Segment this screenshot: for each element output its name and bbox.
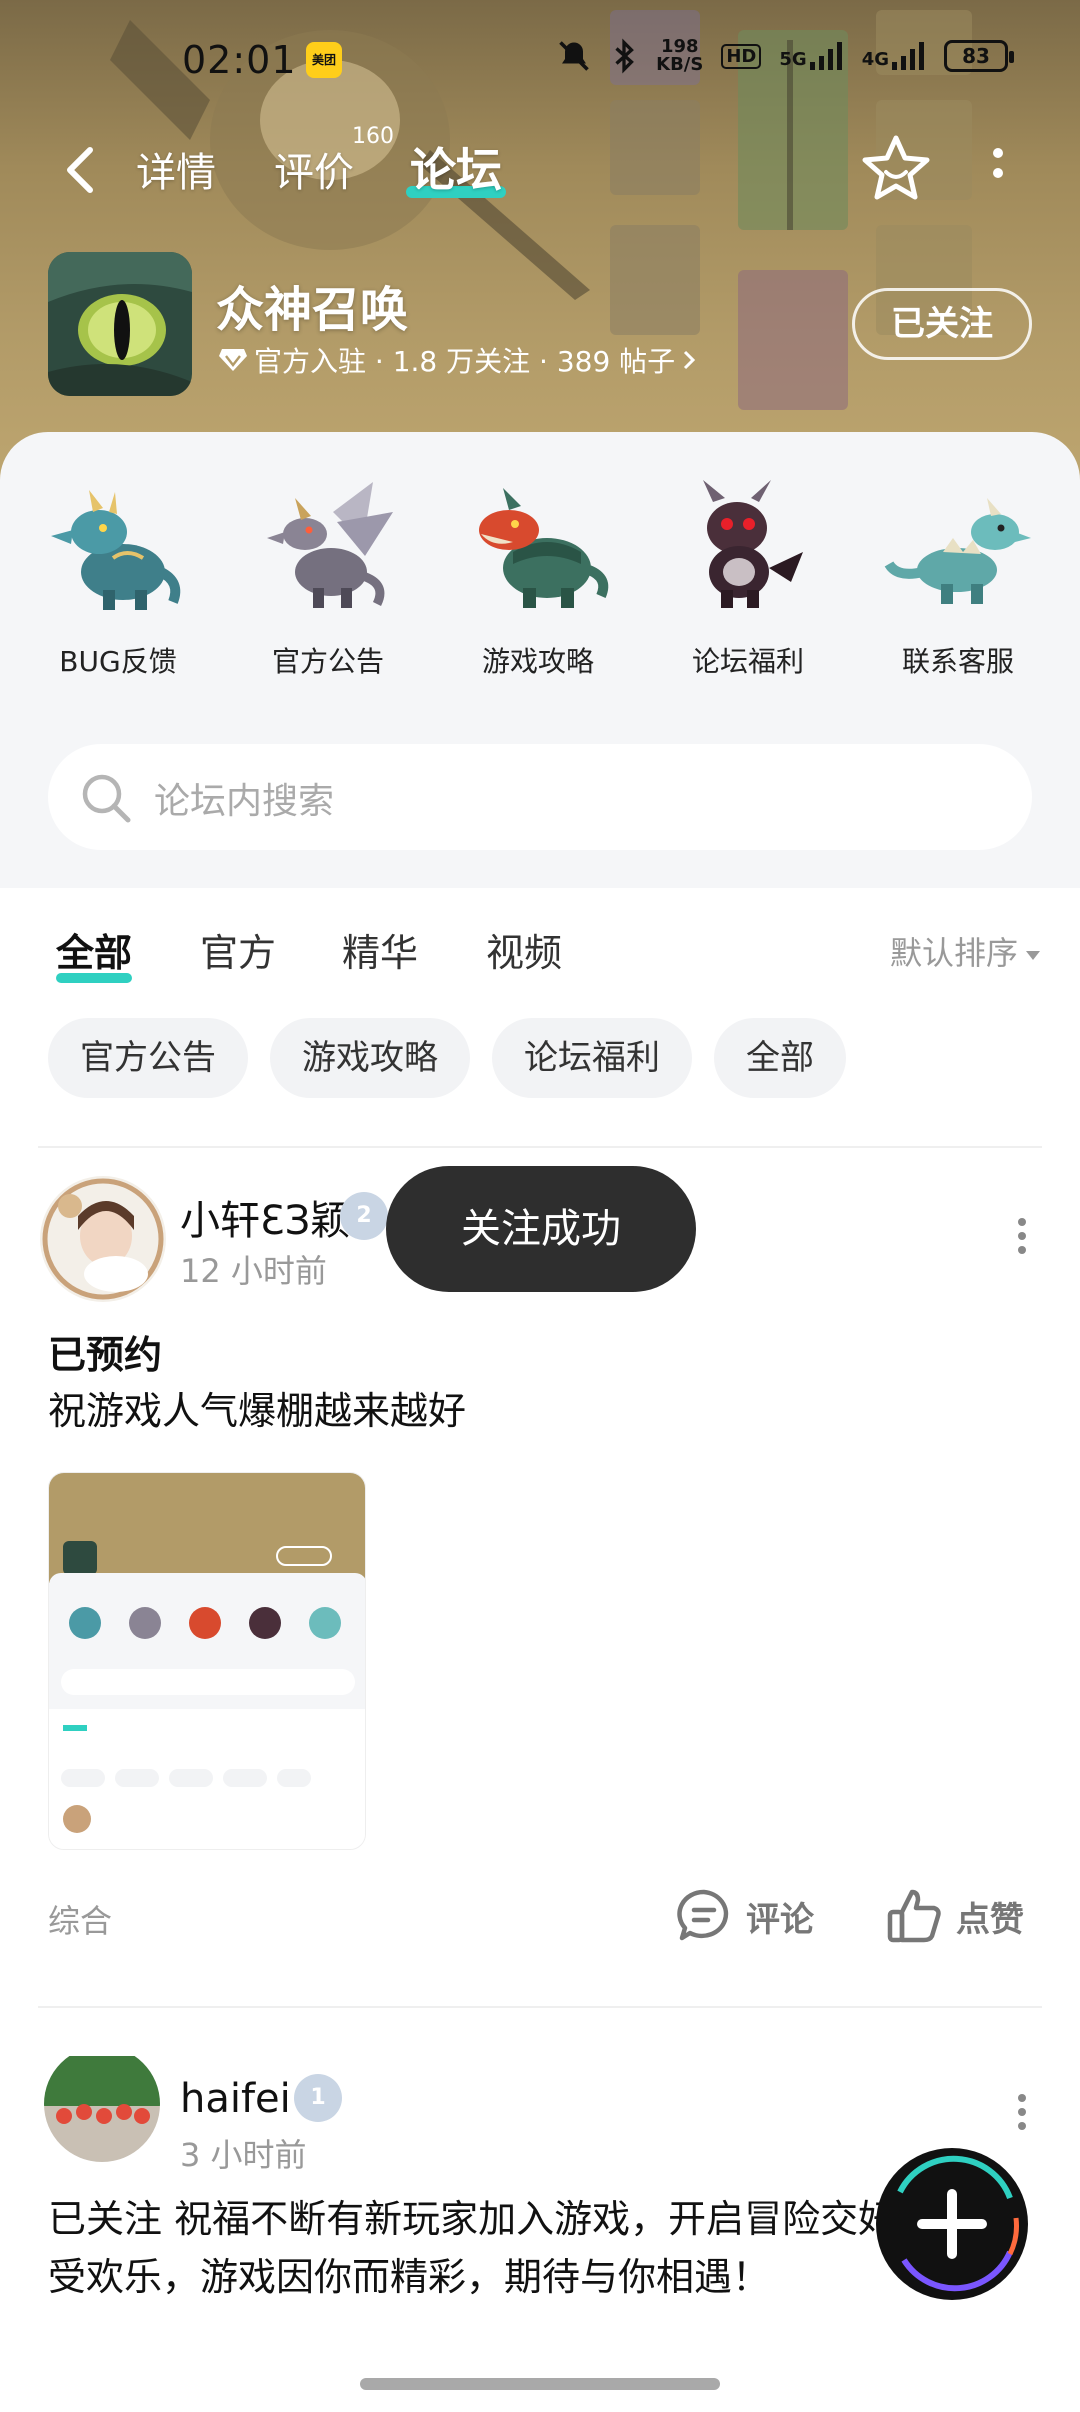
chevron-right-icon [684,350,696,370]
like-label: 点赞 [956,1899,1024,1940]
toast-message: 关注成功 [386,1166,696,1292]
chip-game-guide[interactable]: 游戏攻略 [270,1018,470,1098]
tab-review[interactable]: 评价 [274,140,354,198]
game-meta-text: 官方入驻 · 1.8 万关注 · 389 帖子 [254,345,676,378]
category-customer-service[interactable]: 联系客服 [868,472,1048,680]
category-label: 论坛福利 [691,645,804,678]
sort-dropdown[interactable]: 默认排序 [890,928,1040,974]
red-dragon-icon [479,488,609,608]
like-button[interactable]: 点赞 [884,1886,1024,1946]
post-body: 祝游戏人气爆棚越来越好 [48,1389,467,1433]
signal-bars-icon [892,42,924,70]
hd-badge: HD [721,43,762,69]
meituan-notification-icon: 美团 [306,42,342,78]
gray-dragon-icon [267,482,393,608]
tab-forum[interactable]: 论坛 [406,134,506,200]
favorite-star-icon[interactable] [856,130,936,210]
net-speed-unit: KB/S [656,54,704,75]
post-category-tag[interactable]: 综合 [48,1896,112,1942]
teal-dragon-icon [884,498,1031,604]
category-label: 官方公告 [271,645,384,678]
post-username[interactable]: haifei [180,2076,291,2122]
followed-button[interactable]: 已关注 [852,288,1032,360]
category-label: 游戏攻略 [481,645,594,678]
game-title: 众神召唤 [216,282,409,338]
signal-5g: 5G [779,42,843,70]
post-title: 已预约 [48,1333,163,1377]
post-more-icon[interactable] [1010,1212,1034,1272]
avatar[interactable] [40,1176,166,1302]
game-info: 众神召唤 官方入驻 · 1.8 万关注 · 389 帖子 已关注 [0,250,1080,400]
category-label: 联系客服 [901,645,1014,678]
game-header: 02:01 美团 198 KB/S HD 5G 4G 83 详情 评价 160 论… [0,0,1080,480]
signal-4g: 4G [862,42,926,70]
net-speed: 198 KB/S [656,38,703,74]
more-options-icon[interactable] [980,138,1016,202]
feed-tab-official[interactable]: 官方 [200,922,276,977]
chip-official-announcement[interactable]: 官方公告 [48,1018,248,1098]
post-more-icon[interactable] [1010,2088,1034,2148]
blue-dragon-icon [51,490,181,610]
feed-tabs: 全部 官方 精华 视频 默认排序 [0,888,1080,1008]
search-icon [82,774,131,823]
diamond-verified-icon [219,349,247,371]
category-game-guide[interactable]: 游戏攻略 [448,472,628,680]
review-count: 160 [352,124,394,149]
level-badge: 2 [340,1192,388,1240]
bluetooth-icon [615,38,635,74]
chip-forum-welfare[interactable]: 论坛福利 [492,1018,692,1098]
net-5g-label: 5G [779,49,807,70]
status-icons: 198 KB/S HD 5G 4G 83 [556,38,1014,74]
category-label: BUG反馈 [59,645,177,678]
topic-chips: 官方公告 游戏攻略 论坛福利 全部 [48,1018,846,1098]
game-meta[interactable]: 官方入驻 · 1.8 万关注 · 389 帖子 [218,340,697,380]
net-4g-label: 4G [861,49,889,70]
mute-bell-icon [559,41,589,71]
post-time: 3 小时前 [180,2136,307,2174]
feed-tab-video[interactable]: 视频 [486,922,562,977]
back-arrow-icon[interactable] [56,138,104,202]
level-badge: 1 [294,2074,342,2122]
top-nav: 详情 评价 160 论坛 [0,124,1080,210]
category-official-announcement[interactable]: 官方公告 [238,472,418,680]
category-panel: BUG反馈 官方公告 游戏攻略 论坛福利 联系客服 论坛内搜索 [0,432,1080,888]
battery-indicator: 83 [944,40,1014,72]
feed-tab-all[interactable]: 全部 [56,922,133,983]
avatar[interactable] [44,2046,160,2162]
status-bar: 02:01 美团 198 KB/S HD 5G 4G 83 [0,30,1080,94]
signal-bars-icon [809,42,842,70]
post-time: 12 小时前 [180,1252,327,1290]
category-forum-welfare[interactable]: 论坛福利 [658,472,838,680]
post-username[interactable]: 小轩ƐЗ颖 [180,1188,350,1246]
create-post-button[interactable] [870,2142,1034,2306]
home-indicator[interactable] [360,2378,720,2390]
search-placeholder: 论坛内搜索 [154,781,335,822]
status-time: 02:01 [182,38,297,82]
post-image-thumbnail[interactable] [48,1472,366,1850]
tab-detail[interactable]: 详情 [136,140,216,198]
comment-icon [677,1889,729,1941]
dark-dragon-icon [703,480,803,608]
game-app-icon [48,252,192,396]
comment-label: 评论 [746,1899,814,1940]
thumbs-up-icon [887,1889,941,1943]
comment-button[interactable]: 评论 [674,1886,814,1946]
category-bug-feedback[interactable]: BUG反馈 [28,472,208,680]
feed-tab-featured[interactable]: 精华 [342,922,418,977]
chip-all[interactable]: 全部 [714,1018,846,1098]
forum-search-input[interactable]: 论坛内搜索 [48,744,1032,850]
